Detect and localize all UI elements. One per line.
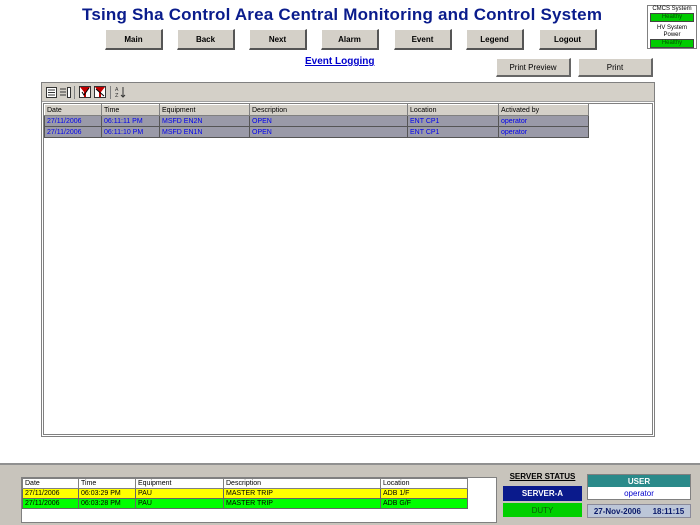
main-button[interactable]: Main — [105, 29, 163, 50]
server-status-title: SERVER STATUS — [509, 472, 576, 481]
cell-location: ENT CP1 — [407, 126, 499, 138]
cell-equipment: MSFD EN1N — [159, 126, 250, 138]
page-title: Event Logging — [305, 56, 375, 67]
print-preview-button[interactable]: Print Preview — [496, 58, 571, 77]
details-view-icon[interactable] — [59, 86, 71, 98]
col-equipment[interactable]: Equipment — [159, 104, 250, 116]
alarm-cell-location: ADB 1/F — [380, 488, 468, 499]
event-button[interactable]: Event — [394, 29, 452, 50]
alarm-cell-date: 27/11/2006 — [22, 498, 79, 509]
alarm-cell-description: MASTER TRIP — [223, 498, 381, 509]
alarm-col-description: Description — [223, 478, 381, 489]
event-log-panel: AZ Date Time Equipment Description Locat… — [41, 82, 655, 437]
alarm-cell-time: 06:03:28 PM — [78, 498, 136, 509]
cell-description: OPEN — [249, 115, 408, 127]
alarm-button[interactable]: Alarm — [321, 29, 379, 50]
table-row[interactable]: 27/11/2006 06:11:11 PM MSFD EN2N OPEN EN… — [44, 115, 589, 127]
cell-date: 27/11/2006 — [44, 126, 102, 138]
event-table: Date Time Equipment Description Location… — [44, 104, 589, 138]
table-row[interactable]: 27/11/2006 06:11:10 PM MSFD EN1N OPEN EN… — [44, 126, 589, 138]
alarm-col-equipment: Equipment — [135, 478, 224, 489]
alarm-cell-equipment: PAU — [135, 488, 224, 499]
print-button[interactable]: Print — [578, 58, 653, 77]
sort-icon[interactable]: AZ — [115, 86, 127, 98]
alarm-col-location: Location — [380, 478, 468, 489]
filter-clear-icon[interactable] — [94, 86, 106, 98]
alarm-cell-location: ADB G/F — [380, 498, 468, 509]
hv-system-status: Healthy — [650, 39, 694, 48]
cell-date: 27/11/2006 — [44, 115, 102, 127]
event-grid: Date Time Equipment Description Location… — [43, 103, 653, 435]
cell-activated-by: operator — [498, 115, 589, 127]
app-title: Tsing Sha Control Area Central Monitorin… — [82, 5, 603, 24]
list-view-icon[interactable] — [45, 86, 57, 98]
cell-time: 06:11:10 PM — [101, 126, 160, 138]
alarm-col-date: Date — [22, 478, 79, 489]
alarm-row[interactable]: 27/11/2006 06:03:29 PM PAU MASTER TRIP A… — [22, 488, 468, 499]
user-name: operator — [624, 488, 654, 498]
cell-description: OPEN — [249, 126, 408, 138]
cmcs-system-label: CMCS System — [652, 6, 692, 12]
col-activated-by[interactable]: Activated by — [498, 104, 589, 116]
user-panel: USER operator — [587, 474, 691, 500]
alarm-cell-equipment: PAU — [135, 498, 224, 509]
system-status-panel: CMCS System Healthy HV System Power Heal… — [647, 5, 697, 49]
event-table-header: Date Time Equipment Description Location… — [44, 104, 589, 116]
cell-time: 06:11:11 PM — [101, 115, 160, 127]
alarm-table: Date Time Equipment Description Location… — [22, 478, 468, 509]
next-button[interactable]: Next — [249, 29, 307, 50]
alarm-col-time: Time — [78, 478, 136, 489]
svg-text:Z: Z — [115, 93, 119, 98]
back-button[interactable]: Back — [177, 29, 235, 50]
cell-activated-by: operator — [498, 126, 589, 138]
col-time[interactable]: Time — [101, 104, 160, 116]
cmcs-system-status: Healthy — [650, 13, 694, 22]
col-location[interactable]: Location — [407, 104, 499, 116]
col-description[interactable]: Description — [249, 104, 408, 116]
alarm-cell-description: MASTER TRIP — [223, 488, 381, 499]
col-date[interactable]: Date — [44, 104, 102, 116]
legend-button[interactable]: Legend — [466, 29, 524, 50]
alarm-table-header: Date Time Equipment Description Location — [22, 478, 468, 489]
filter-check-icon[interactable] — [79, 86, 91, 98]
clock-display: 27-Nov-2006 18:11:15 — [587, 504, 691, 518]
alarm-cell-date: 27/11/2006 — [22, 488, 79, 499]
hv-system-label: HV System Power — [656, 25, 687, 38]
alarm-summary-panel: Date Time Equipment Description Location… — [21, 477, 497, 523]
clock-date: 27-Nov-2006 — [593, 506, 641, 516]
clock-time: 18:11:15 — [652, 506, 685, 516]
alarm-row[interactable]: 27/11/2006 06:03:28 PM PAU MASTER TRIP A… — [22, 498, 468, 509]
server-duty-badge: DUTY — [503, 503, 582, 517]
server-name-badge: SERVER-A — [503, 486, 582, 501]
cell-equipment: MSFD EN2N — [159, 115, 250, 127]
cell-location: ENT CP1 — [407, 115, 499, 127]
user-title: USER — [588, 475, 690, 487]
logout-button[interactable]: Logout — [539, 29, 597, 50]
event-toolbar: AZ — [42, 83, 654, 102]
alarm-cell-time: 06:03:29 PM — [78, 488, 136, 499]
